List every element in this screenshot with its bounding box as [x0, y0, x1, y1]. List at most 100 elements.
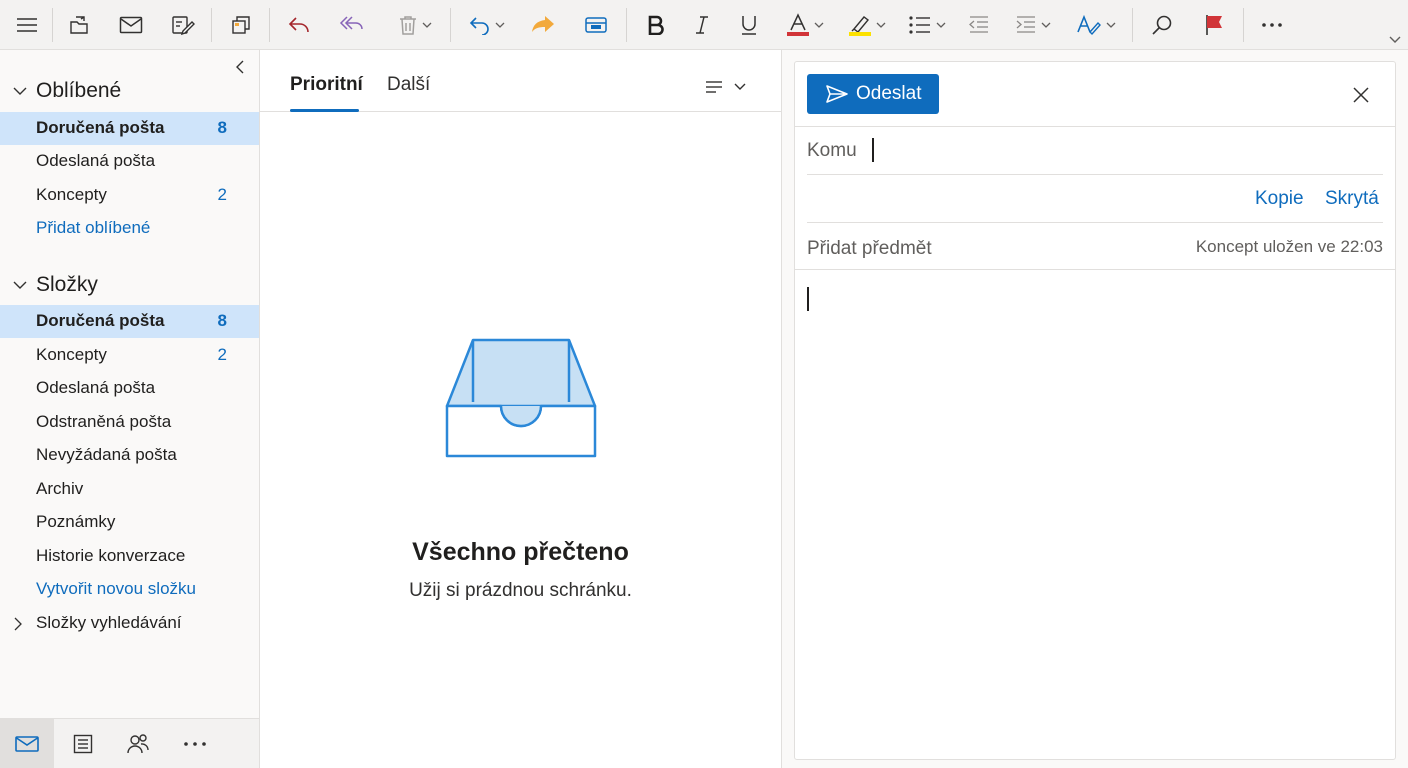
- favorite-item-sent[interactable]: Odeslaná pošta: [0, 145, 259, 178]
- reply-all-button[interactable]: [334, 6, 368, 44]
- font-color-button[interactable]: [780, 6, 830, 44]
- empty-state-subtitle: Užij si prázdnou schránku.: [409, 580, 632, 601]
- edit-button[interactable]: [166, 6, 200, 44]
- discard-button[interactable]: [1348, 82, 1374, 108]
- search-button[interactable]: [1145, 6, 1179, 44]
- bullets-button[interactable]: [904, 6, 950, 44]
- new-folder-link[interactable]: Vytvořit novou složku: [0, 573, 259, 606]
- add-favorite-label: Přidat oblíbené: [36, 218, 151, 237]
- favorites-title: Oblíbené: [36, 79, 122, 102]
- folder-item-notes[interactable]: Poznámky: [0, 506, 259, 539]
- folder-item-label: Odstraněná pošta: [36, 412, 172, 431]
- close-icon: [1353, 87, 1369, 103]
- send-label: Odeslat: [856, 83, 922, 104]
- cc-button[interactable]: Kopie: [1255, 188, 1304, 210]
- italic-button[interactable]: [686, 6, 718, 44]
- folder-item-label: Odeslaná pošta: [36, 378, 156, 397]
- folder-pane: Oblíbené Doručená pošta 8 Odeslaná pošta…: [0, 50, 259, 718]
- copy-button[interactable]: [224, 6, 258, 44]
- app-switcher: [0, 718, 259, 768]
- chevron-down-icon: [495, 22, 505, 28]
- search-folders-item[interactable]: Složky vyhledávání: [0, 607, 259, 640]
- tab-focused[interactable]: Prioritní: [290, 74, 363, 96]
- calendar-app-button[interactable]: [56, 719, 110, 768]
- flag-button[interactable]: [1197, 6, 1231, 44]
- favorites-header[interactable]: Oblíbené: [0, 74, 259, 108]
- folders-title: Složky: [36, 273, 98, 296]
- send-button[interactable]: Odeslat: [807, 74, 939, 114]
- folder-item-deleted[interactable]: Odstraněná pošta: [0, 406, 259, 439]
- increase-indent-button[interactable]: [1010, 6, 1056, 44]
- increase-indent-icon: [1016, 16, 1035, 33]
- expand-ribbon-button[interactable]: [1384, 30, 1406, 50]
- mail-icon: [15, 736, 39, 752]
- reply-icon: [288, 17, 309, 33]
- styles-button[interactable]: [1071, 6, 1121, 44]
- bcc-button[interactable]: Skrytá: [1325, 188, 1379, 210]
- calendar-icon: [73, 734, 93, 754]
- more-icon: [1262, 23, 1282, 27]
- favorite-item-drafts[interactable]: Koncepty 2: [0, 179, 259, 212]
- underline-button[interactable]: [733, 6, 765, 44]
- compose-form: Odeslat Komu Kopie Skrytá Koncept uložen…: [794, 61, 1396, 760]
- people-icon: [127, 734, 149, 754]
- folder-item-inbox[interactable]: Doručená pošta 8: [0, 305, 259, 338]
- add-favorite-link[interactable]: Přidat oblíbené: [0, 212, 259, 245]
- move-to-button[interactable]: [62, 6, 96, 44]
- undo-icon: [469, 17, 489, 35]
- insert-button[interactable]: [579, 6, 613, 44]
- mail-app-button[interactable]: [0, 719, 54, 768]
- move-to-icon: [70, 16, 88, 34]
- reply-all-icon: [339, 16, 363, 30]
- filter-button[interactable]: [704, 76, 752, 98]
- more-apps-button[interactable]: [168, 719, 222, 768]
- edit-icon: [172, 16, 195, 36]
- folder-item-junk[interactable]: Nevyžádaná pošta: [0, 439, 259, 472]
- folder-item-conversation-history[interactable]: Historie konverzace: [0, 540, 259, 573]
- favorite-item-inbox[interactable]: Doručená pošta 8: [0, 112, 259, 145]
- search-folders-label: Složky vyhledávání: [36, 613, 182, 632]
- chevron-down-icon: [422, 22, 432, 28]
- draft-count: 2: [217, 345, 227, 364]
- unread-count: 8: [217, 118, 227, 137]
- message-body-editor[interactable]: [795, 271, 1395, 759]
- folder-item-drafts[interactable]: Koncepty 2: [0, 339, 259, 372]
- hamburger-button[interactable]: [8, 6, 46, 44]
- new-mail-button[interactable]: [114, 6, 148, 44]
- hamburger-icon: [17, 18, 37, 32]
- forward-button[interactable]: [526, 6, 560, 44]
- inbox-tabs: Prioritní Další: [260, 50, 781, 112]
- underline-icon: [742, 16, 756, 35]
- reply-button[interactable]: [282, 6, 316, 44]
- folders-header[interactable]: Složky: [0, 268, 259, 302]
- decrease-indent-icon: [969, 16, 988, 33]
- draft-count: 2: [217, 185, 227, 204]
- bold-button[interactable]: [640, 6, 672, 44]
- more-options-button[interactable]: [1254, 6, 1290, 44]
- filter-icon: [706, 81, 722, 93]
- folder-item-archive[interactable]: Archiv: [0, 473, 259, 506]
- chevron-down-icon: [13, 87, 27, 95]
- tab-other[interactable]: Další: [387, 74, 430, 96]
- flag-icon: [1206, 15, 1222, 35]
- to-field[interactable]: [871, 136, 1371, 166]
- highlight-button[interactable]: [842, 6, 892, 44]
- new-folder-label: Vytvořit novou složku: [36, 579, 196, 598]
- chevron-down-icon: [1106, 22, 1116, 28]
- italic-icon: [696, 16, 708, 34]
- folder-item-sent[interactable]: Odeslaná pošta: [0, 372, 259, 405]
- folder-item-label: Nevyžádaná pošta: [36, 445, 177, 464]
- people-app-button[interactable]: [111, 719, 165, 768]
- delete-button[interactable]: [392, 6, 438, 44]
- subject-field[interactable]: [807, 234, 1187, 264]
- active-tab-indicator: [290, 109, 359, 112]
- draft-saved-status: Koncept uložen ve 22:03: [1195, 237, 1383, 256]
- chevron-down-icon: [734, 83, 746, 90]
- bold-icon: [648, 15, 664, 35]
- chevron-down-icon: [13, 281, 27, 289]
- undo-button[interactable]: [464, 6, 510, 44]
- decrease-indent-button[interactable]: [963, 6, 995, 44]
- chevron-down-icon: [936, 22, 946, 28]
- insert-icon: [585, 17, 607, 33]
- forward-icon: [532, 16, 554, 32]
